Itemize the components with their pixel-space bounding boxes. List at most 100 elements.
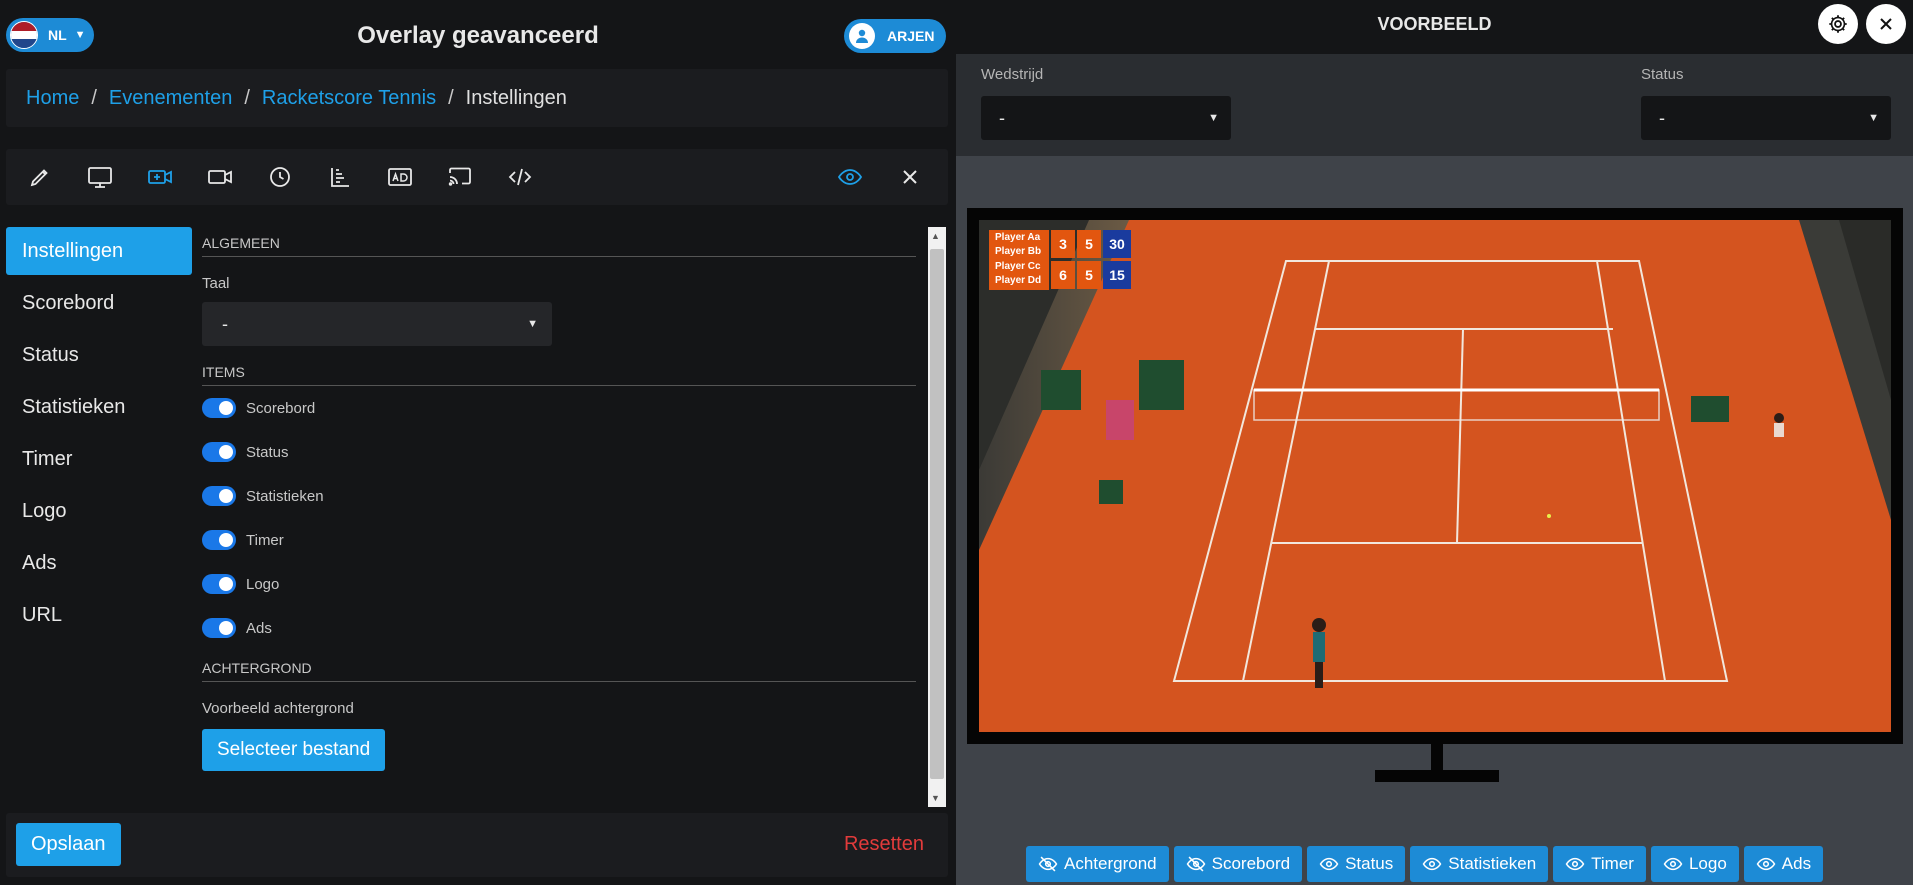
- toggle-row-timer: Timer: [202, 528, 916, 552]
- page-title: Overlay geavanceerd: [357, 22, 599, 49]
- language-label: Taal: [202, 275, 230, 292]
- language-select[interactable]: - ▼: [202, 302, 552, 346]
- toggle-row-ads: Ads: [202, 616, 916, 640]
- toggle-scorebord-button[interactable]: Scorebord: [1173, 846, 1303, 882]
- toggle-switch-scorebord[interactable]: [202, 398, 236, 418]
- user-icon: [849, 23, 875, 49]
- settings-content: ALGEMEEN Taal - ▼ ITEMS Scorebord Status…: [202, 227, 916, 807]
- toggle-label: Status: [246, 443, 289, 461]
- camera-plus-icon[interactable]: [146, 163, 174, 191]
- toggle-statistieken-button[interactable]: Statistieken: [1410, 846, 1549, 882]
- eye-icon: [1565, 857, 1585, 871]
- preview-panel: VOORBEELD Wedstrijd - ▼ Status - ▼ Playe…: [956, 0, 1913, 885]
- sidebar-item-timer[interactable]: Timer: [6, 435, 192, 483]
- sidebar-item-statistieken[interactable]: Statistieken: [6, 383, 192, 431]
- toggle-row-scorebord: Scorebord: [202, 396, 916, 420]
- bar-chart-icon[interactable]: [326, 163, 354, 191]
- scroll-down-icon[interactable]: ▼: [931, 793, 940, 803]
- toggle-achtergrond-button[interactable]: Achtergrond: [1026, 846, 1169, 882]
- scoreboard-set1-team2: 6: [1051, 261, 1075, 289]
- close-preview-icon[interactable]: [1866, 4, 1906, 44]
- scoreboard-points-team2: 15: [1103, 261, 1131, 289]
- scoreboard-set1-team1: 3: [1051, 230, 1075, 258]
- eye-off-icon: [1186, 856, 1205, 872]
- settings-sidebar: Instellingen Scorebord Status Statistiek…: [6, 227, 192, 643]
- scoreboard-names: Player Aa Player Bb Player Cc Player Dd: [989, 230, 1049, 290]
- sidebar-item-instellingen[interactable]: Instellingen: [6, 227, 192, 275]
- scoreboard-player: Player Aa: [995, 232, 1041, 243]
- settings-panel: NL ▼ Overlay geavanceerd ARJEN Home / Ev…: [0, 0, 956, 885]
- sidebar-item-ads[interactable]: Ads: [6, 539, 192, 587]
- toggle-ads-button[interactable]: Ads: [1743, 846, 1824, 882]
- sidebar-item-scorebord[interactable]: Scorebord: [6, 279, 192, 327]
- sidebar-item-logo[interactable]: Logo: [6, 487, 192, 535]
- eye-icon: [1319, 857, 1339, 871]
- visibility-label: Statistieken: [1448, 854, 1537, 873]
- toggle-label: Ads: [246, 619, 272, 637]
- sidebar-item-status[interactable]: Status: [6, 331, 192, 379]
- toggle-switch-timer[interactable]: [202, 530, 236, 550]
- breadcrumb-separator: /: [448, 86, 454, 109]
- visibility-label: Achtergrond: [1064, 854, 1157, 873]
- toggle-switch-logo[interactable]: [202, 574, 236, 594]
- monitor-stand: [1431, 744, 1443, 770]
- eye-icon: [1422, 857, 1442, 871]
- match-label: Wedstrijd: [981, 66, 1044, 83]
- select-file-button[interactable]: Selecteer bestand: [202, 729, 386, 771]
- toggle-switch-status[interactable]: [202, 442, 236, 462]
- cast-icon[interactable]: [446, 163, 474, 191]
- toggle-timer-button[interactable]: Timer: [1553, 846, 1646, 882]
- breadcrumb-events-link[interactable]: Evenementen: [109, 87, 232, 110]
- sidebar-item-url[interactable]: URL: [6, 591, 192, 639]
- visibility-toggles: Achtergrond Scorebord Status Statistieke…: [1026, 846, 1824, 882]
- reset-button[interactable]: Resetten: [844, 833, 924, 856]
- top-bar: NL ▼ Overlay geavanceerd ARJEN: [0, 0, 956, 68]
- close-icon[interactable]: [896, 163, 924, 191]
- item-toggles: Scorebord Status Statistieken Timer Logo…: [202, 396, 916, 640]
- chevron-down-icon: ▼: [1208, 112, 1219, 124]
- breadcrumb-event-link[interactable]: Racketscore Tennis: [262, 87, 436, 110]
- visibility-label: Timer: [1591, 854, 1634, 873]
- scroll-up-icon[interactable]: ▲: [931, 231, 940, 241]
- scoreboard-points-team1: 30: [1103, 230, 1131, 258]
- monitor-icon[interactable]: [86, 163, 114, 191]
- clock-icon[interactable]: [266, 163, 294, 191]
- preview-filters: Wedstrijd - ▼ Status - ▼: [956, 54, 1913, 156]
- match-select[interactable]: - ▼: [981, 96, 1231, 140]
- toggle-switch-statistieken[interactable]: [202, 486, 236, 506]
- eye-icon[interactable]: [836, 163, 864, 191]
- save-button[interactable]: Opslaan: [16, 823, 121, 866]
- toggle-logo-button[interactable]: Logo: [1650, 846, 1739, 882]
- toggle-status-button[interactable]: Status: [1307, 846, 1406, 882]
- scroll-thumb[interactable]: [930, 249, 944, 779]
- user-menu-button[interactable]: ARJEN: [844, 19, 946, 53]
- eye-icon: [1663, 857, 1683, 871]
- section-heading-general: ALGEMEEN: [202, 235, 916, 257]
- status-select-value: -: [1659, 107, 1665, 128]
- tennis-court-image: [979, 220, 1891, 732]
- settings-footer: Opslaan Resetten: [6, 813, 948, 877]
- match-select-value: -: [999, 107, 1005, 128]
- scoreboard-player: Player Cc: [995, 261, 1041, 272]
- video-icon[interactable]: [206, 163, 234, 191]
- toggle-row-logo: Logo: [202, 572, 916, 596]
- pencil-icon[interactable]: [26, 163, 54, 191]
- breadcrumb-home-link[interactable]: Home: [26, 87, 79, 110]
- language-select-value: -: [222, 313, 228, 334]
- preview-background-label: Voorbeeld achtergrond: [202, 700, 354, 717]
- preview-monitor: Player Aa Player Bb Player Cc Player Dd …: [967, 208, 1903, 744]
- gear-icon[interactable]: [1818, 4, 1858, 44]
- preview-screen: Player Aa Player Bb Player Cc Player Dd …: [979, 220, 1891, 732]
- scoreboard-player: Player Bb: [995, 246, 1042, 257]
- status-label: Status: [1641, 66, 1684, 83]
- ad-icon[interactable]: [386, 163, 414, 191]
- toggle-row-statistieken: Statistieken: [202, 484, 916, 508]
- section-heading-items: ITEMS: [202, 364, 916, 386]
- code-icon[interactable]: [506, 163, 534, 191]
- status-select[interactable]: - ▼: [1641, 96, 1891, 140]
- toggle-switch-ads[interactable]: [202, 618, 236, 638]
- scoreboard-set2-team2: 5: [1077, 261, 1101, 289]
- visibility-label: Status: [1345, 854, 1394, 873]
- preview-title: VOORBEELD: [1377, 14, 1492, 34]
- content-scrollbar[interactable]: ▲ ▼: [928, 227, 946, 807]
